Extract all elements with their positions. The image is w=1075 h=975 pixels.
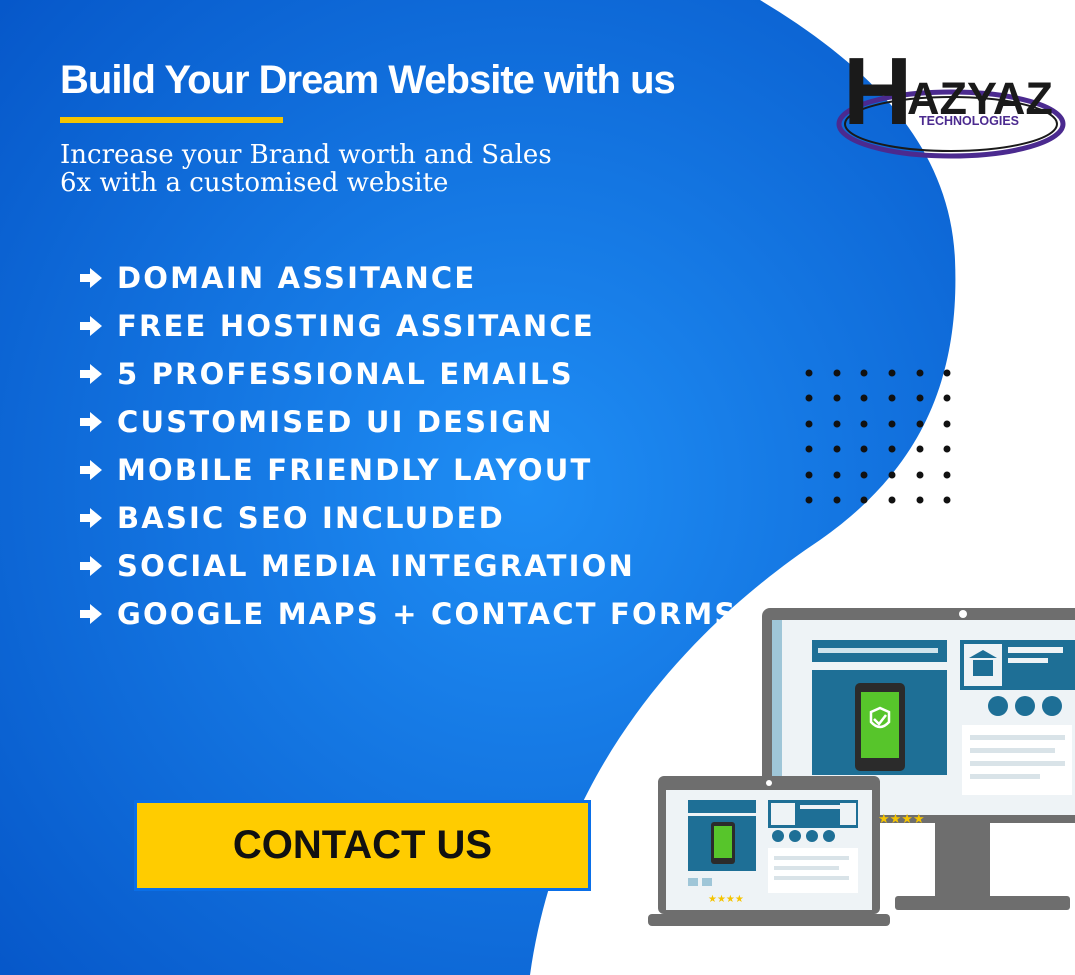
subtitle-line: Increase your Brand worth and Sales (60, 140, 552, 170)
feature-item: MOBILE FRIENDLY LAYOUT (78, 446, 738, 494)
feature-item: DOMAIN ASSITANCE (78, 254, 738, 302)
arrow-right-icon (78, 459, 104, 481)
subtitle: Increase your Brand worth and Sales 6x w… (60, 141, 620, 197)
headline: Build Your Dream Website with us (60, 58, 676, 102)
feature-list: DOMAIN ASSITANCE FREE HOSTING ASSITANCE … (78, 254, 738, 638)
contact-us-button[interactable]: CONTACT US (134, 800, 591, 891)
feature-item: GOOGLE MAPS + CONTACT FORMS (78, 590, 738, 638)
feature-label: FREE HOSTING ASSITANCE (117, 309, 595, 343)
company-logo: H AZYAZ TECHNOLOGIES (836, 38, 1066, 159)
feature-label: BASIC SEO INCLUDED (117, 501, 505, 535)
feature-item: BASIC SEO INCLUDED (78, 494, 738, 542)
headline-underline (60, 117, 283, 123)
feature-label: CUSTOMISED UI DESIGN (117, 405, 554, 439)
feature-item: CUSTOMISED UI DESIGN (78, 398, 738, 446)
arrow-right-icon (78, 315, 104, 337)
contact-us-label: CONTACT US (232, 823, 493, 867)
arrow-right-icon (78, 507, 104, 529)
logo-letter: H (843, 38, 912, 145)
arrow-right-icon (78, 603, 104, 625)
svg-text:★★★★: ★★★★ (708, 894, 744, 905)
arrow-right-icon (78, 363, 104, 385)
feature-label: 5 PROFESSIONAL EMAILS (117, 357, 574, 391)
feature-item: 5 PROFESSIONAL EMAILS (78, 350, 738, 398)
arrow-right-icon (78, 411, 104, 433)
logo-tagline: TECHNOLOGIES (919, 114, 1019, 128)
feature-label: DOMAIN ASSITANCE (117, 261, 477, 295)
subtitle-line: 6x with a customised website (60, 168, 449, 198)
feature-item: SOCIAL MEDIA INTEGRATION (78, 542, 738, 590)
feature-label: SOCIAL MEDIA INTEGRATION (117, 549, 635, 583)
feature-item: FREE HOSTING ASSITANCE (78, 302, 738, 350)
arrow-right-icon (78, 267, 104, 289)
dot-grid-decoration (805, 369, 951, 504)
devices-illustration: ★★★★ ★★★★ (648, 608, 1075, 926)
svg-text:★★★★: ★★★★ (878, 812, 925, 827)
arrow-right-icon (78, 555, 104, 577)
feature-label: MOBILE FRIENDLY LAYOUT (117, 453, 593, 487)
